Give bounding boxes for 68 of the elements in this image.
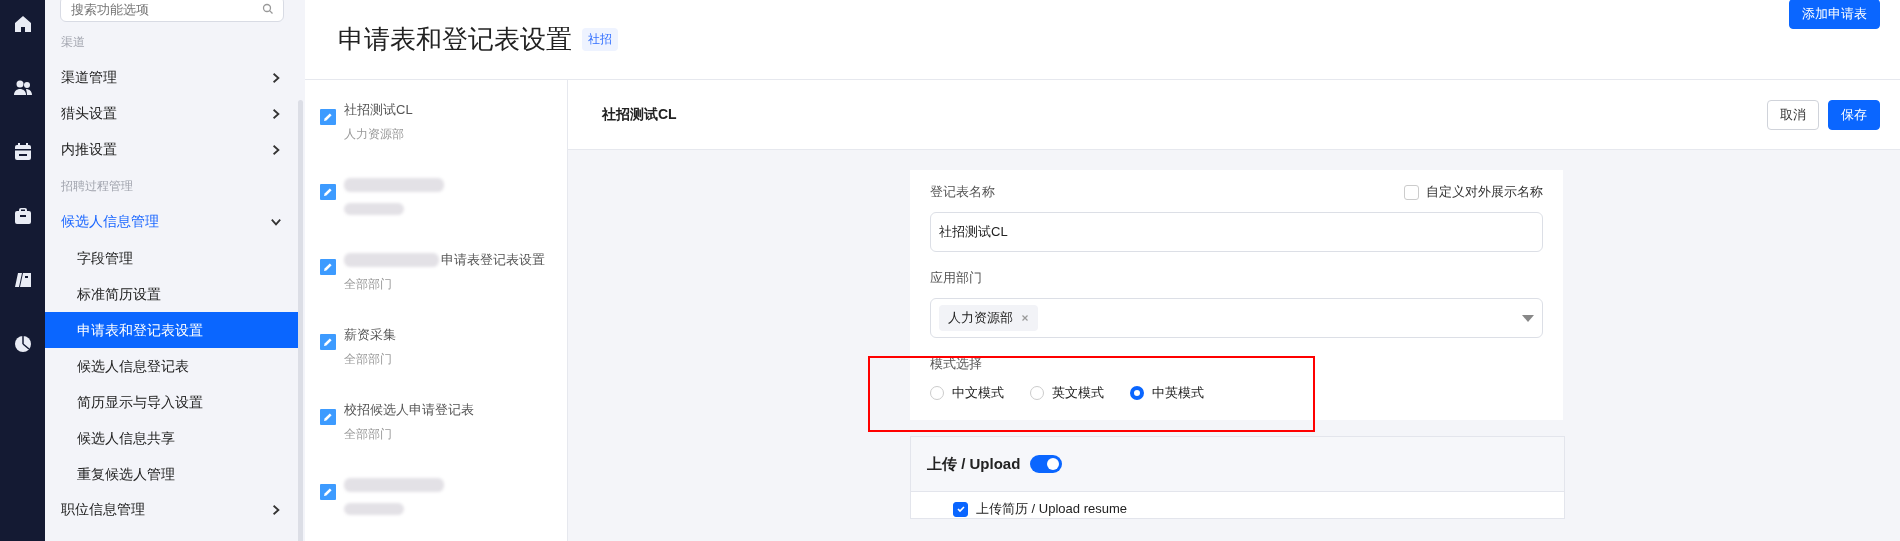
edit-icon[interactable]: [320, 334, 336, 350]
tag: 社招: [582, 28, 618, 51]
chevron-right-icon: [270, 504, 282, 516]
submenu-item[interactable]: 申请表和登记表设置: [45, 312, 298, 348]
input-field[interactable]: 社招测试CL: [930, 212, 1543, 252]
chevron-right-icon: [270, 72, 282, 84]
edit-icon[interactable]: [320, 484, 336, 500]
department-tag: 人力资源部: [939, 305, 1038, 331]
blurred-text: [344, 503, 404, 515]
submenu-item[interactable]: 重复候选人管理: [45, 456, 298, 492]
form-name[interactable]: 薪资采集: [344, 326, 396, 344]
form-title: 社招测试CL: [602, 105, 677, 124]
save-button[interactable]: 保存: [1828, 99, 1880, 130]
form-name[interactable]: 申请表登记表设置: [441, 251, 545, 269]
section-title: 上传 / Upload: [927, 454, 1021, 474]
form-name[interactable]: 校招候选人申请登记表: [344, 401, 474, 419]
calendar-icon[interactable]: [12, 142, 33, 162]
submenu-item[interactable]: 标准简历设置: [45, 276, 298, 312]
checkbox-label: 上传简历 / Upload resume: [976, 500, 1127, 518]
dropdown-arrow-icon: [1522, 314, 1534, 322]
briefcase-icon[interactable]: [12, 206, 33, 226]
close-icon[interactable]: [1021, 314, 1029, 322]
department-text: 全部部门: [344, 275, 392, 293]
book-icon[interactable]: [12, 270, 33, 290]
submenu-item[interactable]: 简历显示与导入设置: [45, 384, 298, 420]
radio-button[interactable]: [1130, 386, 1144, 400]
cancel-button[interactable]: 取消: [1767, 99, 1819, 130]
pie-chart-icon[interactable]: [12, 334, 33, 354]
people-icon[interactable]: [12, 78, 33, 98]
add-form-button[interactable]: 添加申请表: [1789, 0, 1880, 29]
form-name[interactable]: 社招测试CL: [344, 101, 413, 119]
radio-label: 英文模式: [1052, 384, 1104, 402]
section-label: 招聘过程管理: [60, 178, 134, 195]
submenu-item[interactable]: 字段管理: [45, 240, 298, 276]
scrollbar-thumb[interactable]: [298, 100, 303, 541]
menu-item[interactable]: 猎头设置: [45, 96, 298, 132]
checkbox[interactable]: [953, 501, 968, 517]
checkmark-icon: [955, 504, 966, 514]
search-icon: [262, 3, 274, 15]
department-text: 全部部门: [344, 350, 392, 368]
field-label: 登记表名称: [930, 183, 995, 201]
edit-icon[interactable]: [320, 409, 336, 425]
toggle-switch[interactable]: [1030, 455, 1063, 473]
blurred-text: [344, 203, 404, 215]
chevron-down-icon: [270, 216, 282, 228]
select-field[interactable]: 人力资源部: [930, 298, 1543, 338]
submenu-item[interactable]: 候选人信息共享: [45, 420, 298, 456]
field-label: 模式选择: [930, 355, 982, 373]
search-field[interactable]: 搜索功能选项: [60, 0, 284, 22]
field-label: 应用部门: [930, 269, 982, 287]
chevron-right-icon: [270, 144, 282, 156]
checkbox-label: 自定义对外展示名称: [1426, 183, 1543, 201]
home-icon[interactable]: [12, 14, 33, 34]
radio-label: 中文模式: [952, 384, 1004, 402]
menu-item[interactable]: 内推设置: [45, 132, 298, 168]
edit-icon[interactable]: [320, 259, 336, 275]
menu-item[interactable]: 候选人信息管理: [45, 204, 298, 240]
menu-item[interactable]: 渠道管理: [45, 60, 298, 96]
chevron-right-icon: [270, 108, 282, 120]
page-title: 申请表和登记表设置: [338, 23, 572, 56]
menu-item[interactable]: 职位信息管理: [45, 492, 298, 528]
edit-icon[interactable]: [320, 184, 336, 200]
department-text: 人力资源部: [344, 125, 404, 143]
submenu-item[interactable]: 候选人信息登记表: [45, 348, 298, 384]
department-text: 全部部门: [344, 425, 392, 443]
edit-icon[interactable]: [320, 109, 336, 125]
radio-label: 中英模式: [1152, 384, 1204, 402]
section-label: 渠道: [60, 34, 86, 51]
